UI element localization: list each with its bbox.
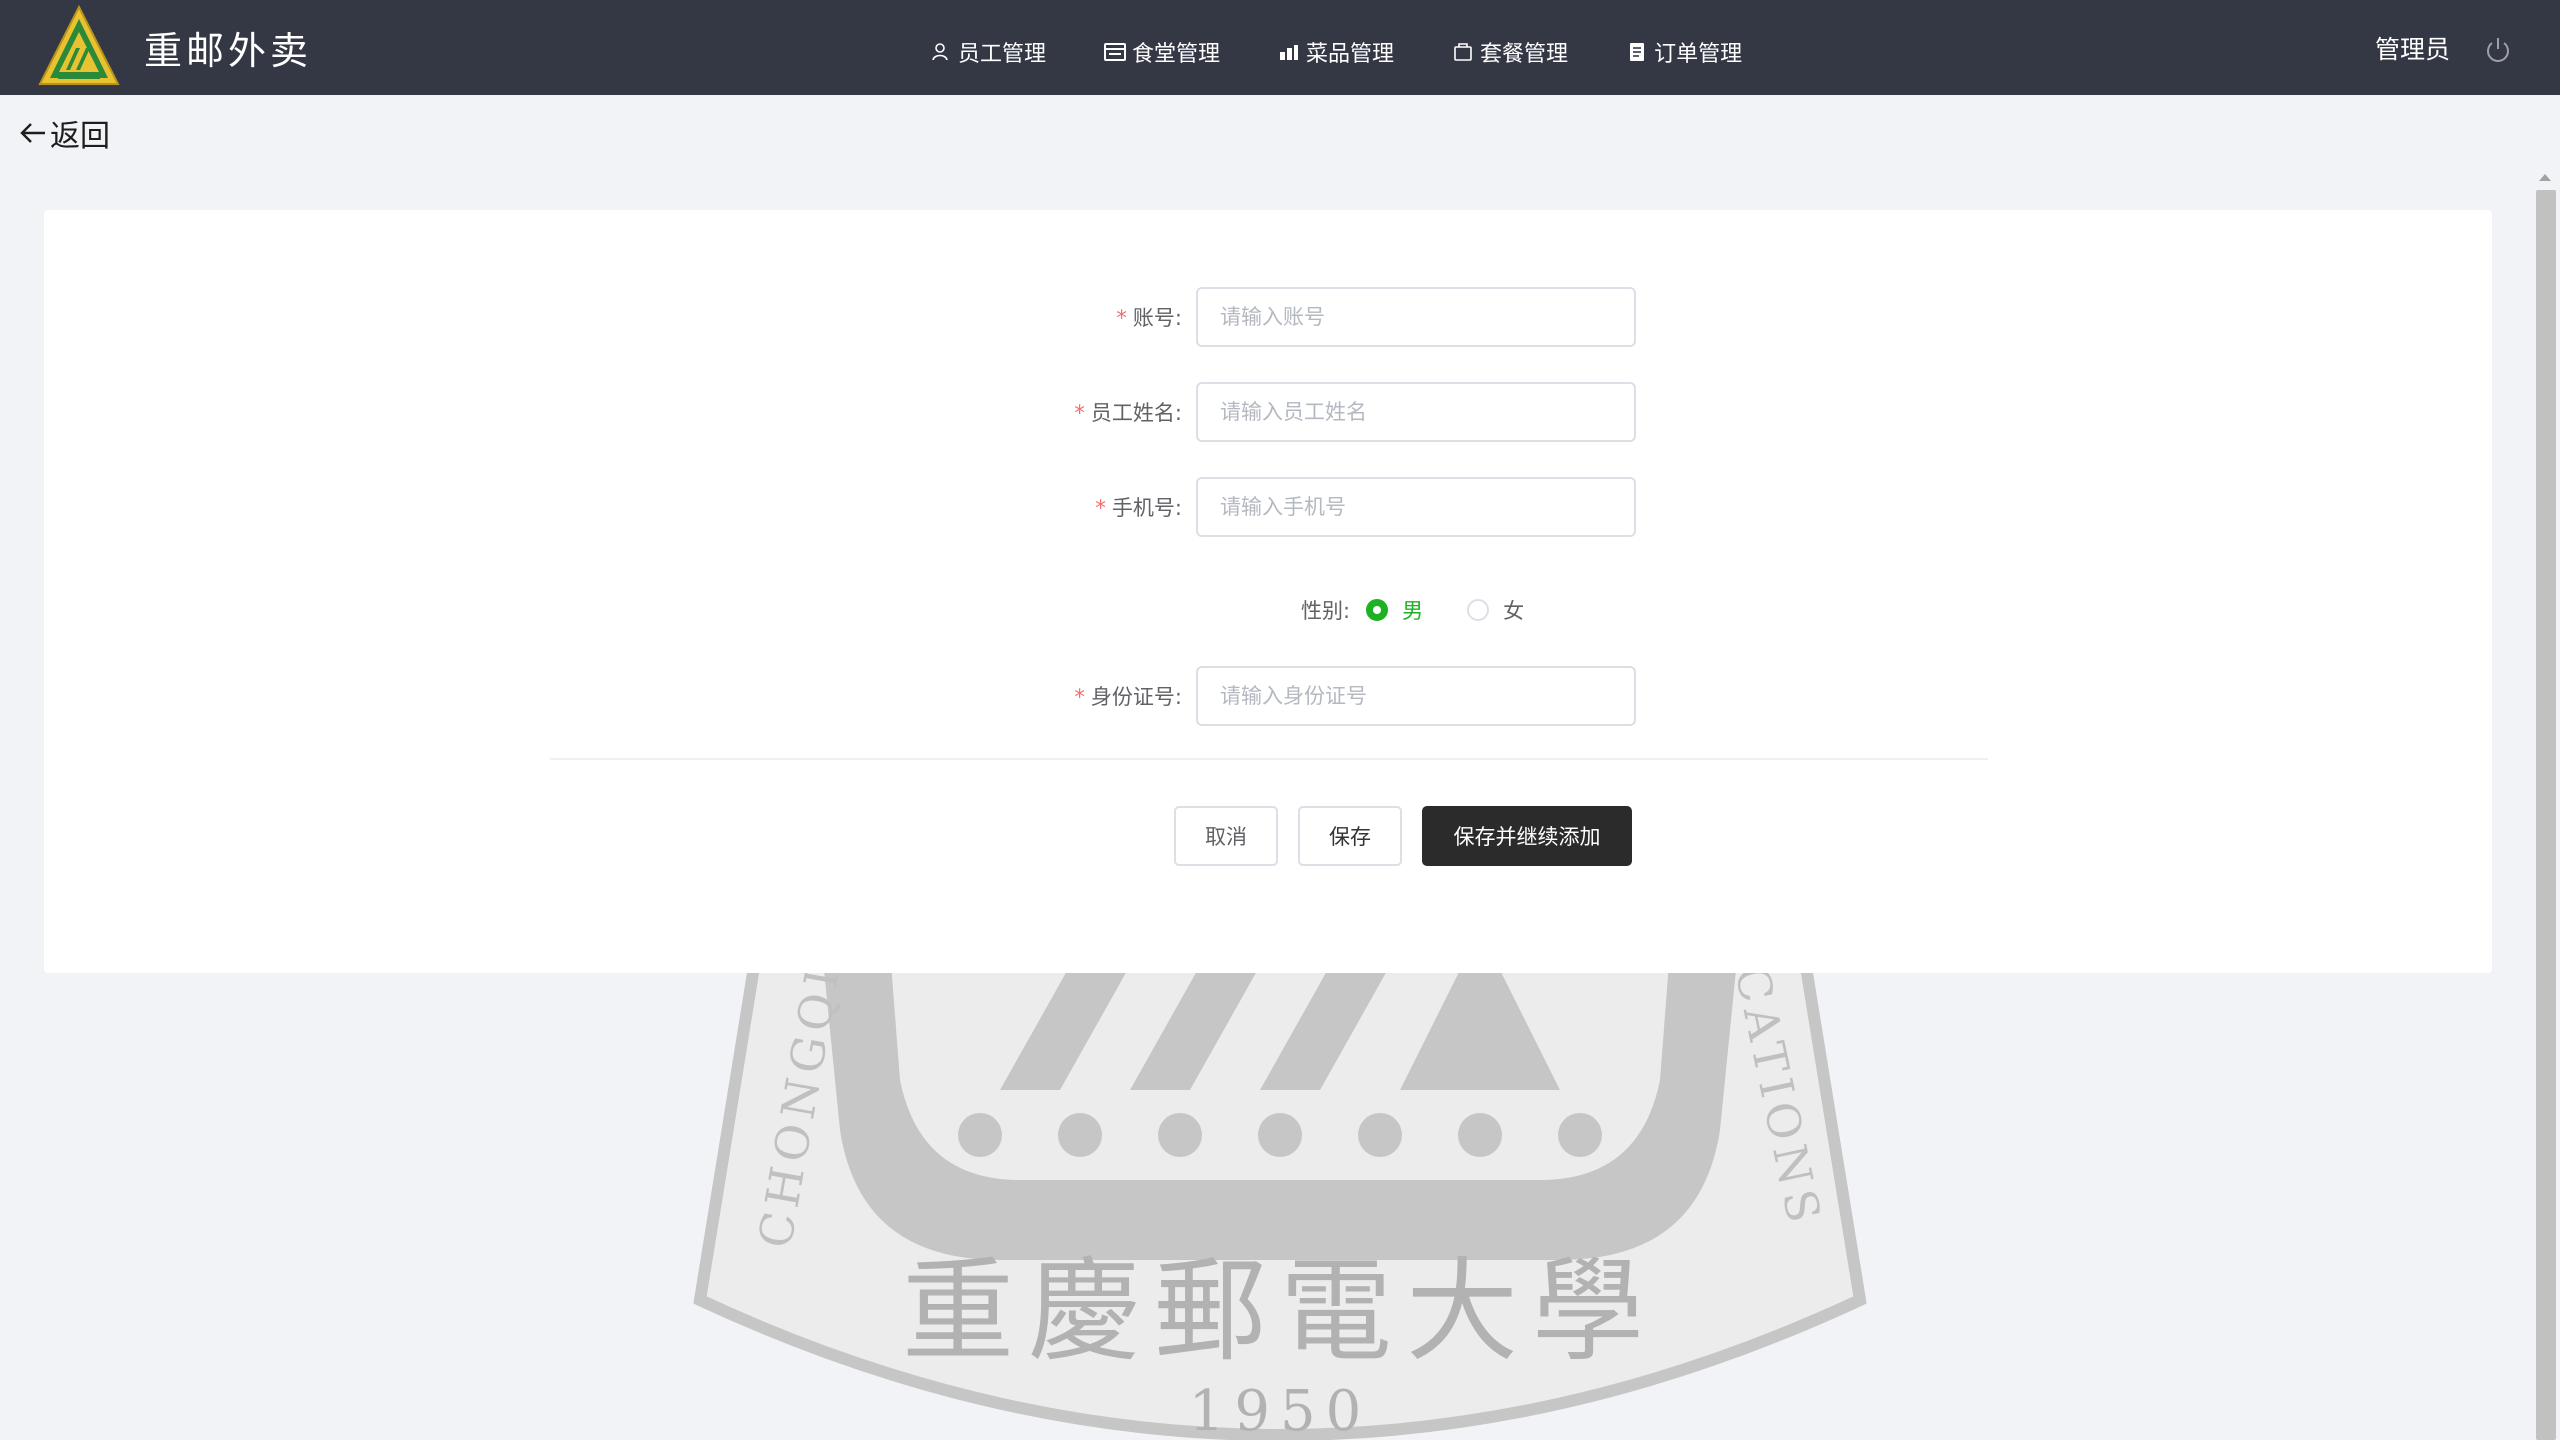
required-mark: * <box>1095 496 1106 520</box>
account-label: * 账号: <box>996 302 1196 332</box>
nav-label: 食堂管理 <box>1132 41 1221 67</box>
nav-label: 订单管理 <box>1654 41 1743 67</box>
account-label-text: 账号: <box>1132 306 1182 330</box>
phone-label: * 手机号: <box>996 492 1196 522</box>
account-row: * 账号: <box>996 287 1636 347</box>
arrow-left-icon <box>20 123 45 143</box>
phone-row: * 手机号: <box>996 477 1636 537</box>
gender-radio-female[interactable]: 女 <box>1467 595 1524 625</box>
admin-user[interactable]: 管理员 <box>2375 0 2450 95</box>
package-icon <box>1454 42 1472 61</box>
nav-canteen-management[interactable]: 食堂管理 <box>1104 28 1220 68</box>
watermark-cn: 重慶郵電大學 <box>902 1247 1658 1377</box>
required-mark: * <box>1074 401 1085 425</box>
watermark-year: 1950 <box>1189 1379 1372 1440</box>
nav-label: 菜品管理 <box>1306 41 1395 67</box>
required-mark: * <box>1116 306 1127 330</box>
order-icon <box>1630 42 1645 61</box>
cqupt-watermark-emblem: CHONGQIN CATIONS 重慶郵電大學 1950 <box>693 930 1867 1440</box>
id-number-input[interactable] <box>1196 666 1636 726</box>
brand-name: 重邮外卖 <box>144 28 313 73</box>
name-label-text: 员工姓名: <box>1090 401 1182 425</box>
gender-radio-male[interactable]: 男 <box>1366 595 1423 625</box>
radio-label: 女 <box>1503 599 1525 623</box>
dish-icon <box>1280 44 1299 60</box>
account-input[interactable] <box>1196 287 1636 347</box>
gender-label: 性别: <box>1301 599 1351 623</box>
save-and-continue-button[interactable]: 保存并继续添加 <box>1422 806 1632 866</box>
top-navbar: 重邮外卖 员工管理 食堂管理 菜品管理 套餐管理 订单管理 管理员 <box>0 0 2560 95</box>
gender-row: 性别: 男 女 <box>1301 590 1568 630</box>
name-row: * 员工姓名: <box>996 382 1636 442</box>
main-nav: 员工管理 食堂管理 菜品管理 套餐管理 订单管理 <box>930 0 1800 95</box>
nav-package-management[interactable]: 套餐管理 <box>1452 28 1568 68</box>
employee-form-card: *账号: *员工姓名: *手机号: 性别: 男 女 *身份证号: 取消 保存 保… <box>44 210 2492 973</box>
user-icon <box>932 42 948 60</box>
power-icon[interactable] <box>2483 35 2513 65</box>
canteen-icon <box>1104 42 1127 61</box>
back-link[interactable]: 返回 <box>18 112 110 154</box>
phone-input[interactable] <box>1196 477 1636 537</box>
radio-unchecked-icon <box>1467 599 1490 621</box>
scrollbar-thumb[interactable] <box>2536 190 2556 1440</box>
nav-employee-management[interactable]: 员工管理 <box>930 28 1046 68</box>
nav-dish-management[interactable]: 菜品管理 <box>1278 28 1394 68</box>
back-label: 返回 <box>50 119 110 154</box>
scroll-up-arrow-icon[interactable] <box>2539 174 2551 181</box>
cancel-button[interactable]: 取消 <box>1174 806 1278 866</box>
id-number-label: * 身份证号: <box>996 681 1196 711</box>
required-mark: * <box>1074 685 1085 709</box>
phone-label-text: 手机号: <box>1111 496 1182 520</box>
nav-label: 套餐管理 <box>1480 41 1569 67</box>
id-number-label-text: 身份证号: <box>1090 685 1182 709</box>
nav-order-management[interactable]: 订单管理 <box>1626 28 1742 68</box>
nav-label: 员工管理 <box>958 41 1047 67</box>
radio-label: 男 <box>1402 599 1424 623</box>
cqupt-logo-icon <box>38 4 120 85</box>
brand[interactable]: 重邮外卖 <box>36 4 312 90</box>
name-label: * 员工姓名: <box>996 397 1196 427</box>
id-number-row: * 身份证号: <box>996 666 1636 726</box>
radio-checked-icon <box>1366 599 1389 621</box>
employee-name-input[interactable] <box>1196 382 1636 442</box>
save-button[interactable]: 保存 <box>1298 806 1402 866</box>
form-divider <box>550 758 1988 760</box>
